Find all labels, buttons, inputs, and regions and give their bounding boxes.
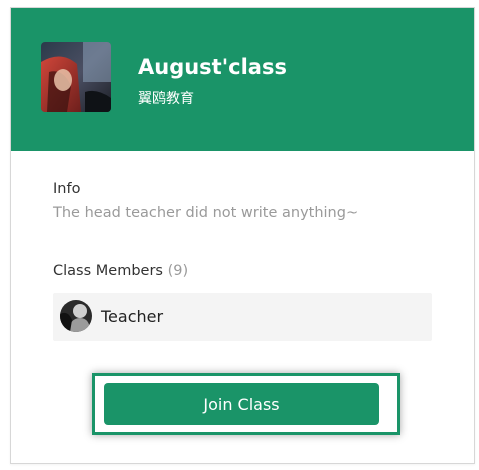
class-avatar	[41, 42, 111, 112]
info-label: Info	[53, 181, 81, 197]
info-text: The head teacher did not write anything~	[53, 205, 359, 221]
class-title: August'class	[138, 55, 287, 79]
class-members-title: Class Members	[53, 263, 163, 279]
class-card: August'class 翼鸥教育 Info The head teacher …	[10, 7, 475, 464]
member-row-teacher[interactable]: Teacher	[53, 293, 432, 341]
member-name: Teacher	[101, 307, 164, 326]
member-avatar	[60, 300, 92, 332]
join-button-highlight: Join Class	[92, 373, 400, 435]
user-photo-icon	[60, 300, 92, 332]
join-class-button[interactable]: Join Class	[104, 383, 379, 425]
class-members-label: Class Members (9)	[53, 263, 188, 279]
class-members-count: (9)	[167, 263, 189, 279]
class-photo-icon	[41, 42, 111, 112]
class-header: August'class 翼鸥教育	[11, 8, 474, 151]
school-name: 翼鸥教育	[138, 91, 194, 107]
